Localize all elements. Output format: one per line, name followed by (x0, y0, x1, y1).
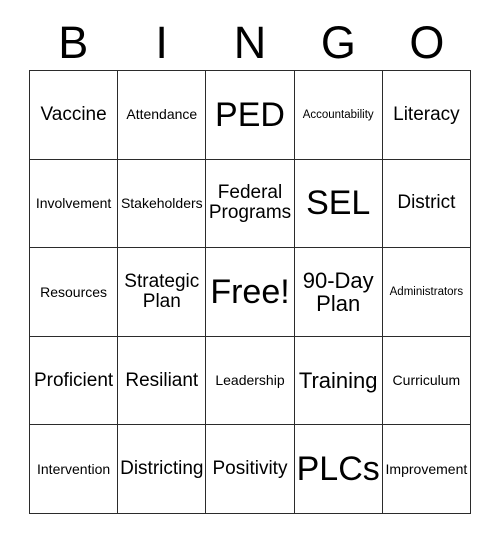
bingo-cell[interactable]: Federal Programs (206, 159, 295, 249)
bingo-cell-label: Training (298, 367, 378, 393)
bingo-cell-label: Leadership (215, 372, 285, 389)
bingo-cell[interactable]: Improvement (382, 425, 471, 514)
bingo-cell[interactable]: SEL (294, 159, 383, 249)
bingo-cell-label: Resiliant (125, 369, 199, 391)
bingo-cell-label: Vaccine (40, 103, 107, 125)
bingo-cell[interactable]: Literacy (382, 71, 471, 160)
bingo-card: B I N G O Vaccine Attendance PED Accountability… (0, 0, 500, 544)
bingo-header-letter-b: B (58, 16, 89, 68)
bingo-cell[interactable]: Leadership (206, 336, 295, 426)
bingo-cell-label: Administrators (389, 285, 464, 298)
bingo-header-letter-n: N (233, 16, 267, 68)
bingo-cell-label: PED (215, 95, 285, 134)
bingo-cell-label: Involvement (35, 194, 112, 211)
bingo-cell-label: Improvement (385, 460, 468, 477)
bingo-cell[interactable]: Attendance (118, 71, 207, 160)
bingo-cell-label: SEL (306, 184, 371, 223)
bingo-cell-label: Positivity (212, 458, 288, 480)
bingo-cell[interactable]: Curriculum (382, 336, 471, 426)
bingo-header-row: BINGO (29, 14, 471, 70)
bingo-cell[interactable]: Training (294, 336, 383, 426)
bingo-cell-label: Accountability (302, 108, 374, 121)
bingo-cell[interactable]: District (382, 159, 471, 249)
bingo-cell[interactable]: Proficient (30, 336, 119, 426)
bingo-cell[interactable]: Positivity (206, 425, 295, 514)
bingo-cell-label: Attendance (126, 106, 198, 123)
bingo-cell-label: Free! (210, 272, 290, 311)
bingo-cell[interactable]: Resiliant (118, 336, 207, 426)
bingo-cell[interactable]: Intervention (30, 425, 119, 514)
bingo-cell[interactable]: Involvement (30, 159, 119, 249)
bingo-cell-label: Proficient (33, 369, 114, 391)
bingo-cell[interactable]: Resources (30, 248, 119, 337)
bingo-cell-label: Curriculum (392, 372, 461, 389)
bingo-grid: Vaccine Attendance PED Accountability Litera… (29, 70, 471, 514)
bingo-header-letter-i: I (155, 16, 168, 68)
bingo-header-letter-g: G (320, 16, 356, 68)
bingo-free-space[interactable]: Free! (206, 248, 295, 337)
bingo-cell[interactable]: PLCs (294, 425, 383, 514)
bingo-cell[interactable]: Districting (118, 425, 207, 514)
bingo-cell-label: Literacy (393, 103, 460, 125)
bingo-cell-label: Districting (120, 458, 204, 480)
bingo-cell[interactable]: Stakeholders (118, 159, 207, 249)
bingo-cell[interactable]: Administrators (382, 248, 471, 337)
bingo-cell-label: Federal Programs (208, 182, 292, 224)
bingo-cell-label: Stakeholders (120, 194, 203, 211)
bingo-cell-label: Resources (40, 283, 108, 300)
bingo-cell[interactable]: Strategic Plan (118, 248, 207, 337)
bingo-cell-label: District (397, 192, 456, 214)
bingo-cell[interactable]: 90-Day Plan (294, 248, 383, 337)
bingo-cell-label: Strategic Plan (124, 270, 200, 312)
bingo-cell-label: Intervention (37, 460, 111, 477)
bingo-cell-label: PLCs (296, 450, 380, 489)
bingo-cell[interactable]: Vaccine (30, 71, 119, 160)
bingo-cell[interactable]: Accountability (294, 71, 383, 160)
bingo-cell[interactable]: PED (206, 71, 295, 160)
bingo-header-letter-o: O (409, 16, 445, 68)
bingo-cell-label: 90-Day Plan (302, 267, 374, 316)
